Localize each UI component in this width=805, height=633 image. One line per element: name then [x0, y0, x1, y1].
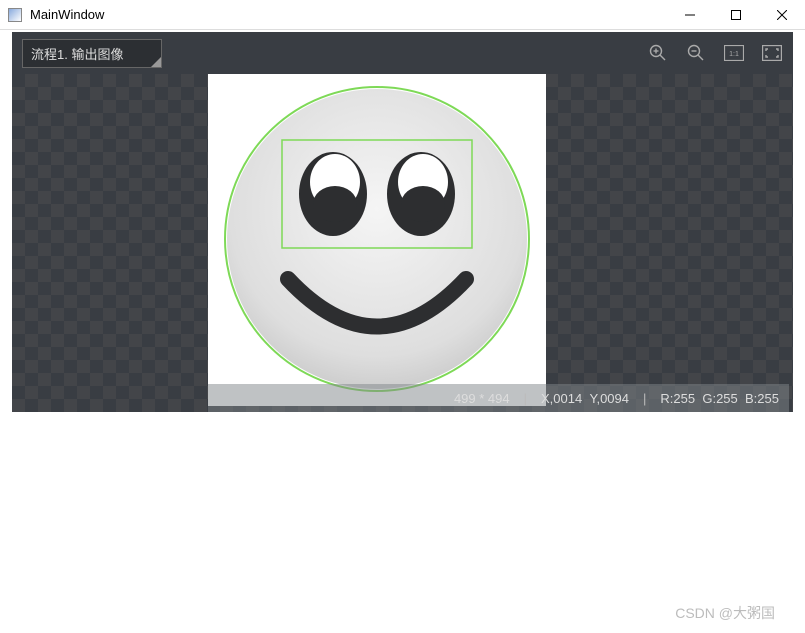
minimize-button[interactable] — [667, 0, 713, 29]
window-titlebar: MainWindow — [0, 0, 805, 30]
viewer-toolbar: 流程1. 输出图像 1:1 — [12, 32, 793, 74]
image-dimensions: 499 * 494 — [454, 391, 510, 406]
status-bar: 499 * 494 | X,0014 Y,0094 | R:255 G:255 … — [208, 384, 789, 412]
maximize-button[interactable] — [713, 0, 759, 29]
window-controls — [667, 0, 805, 29]
separator: | — [524, 391, 527, 406]
actual-size-icon[interactable]: 1:1 — [723, 42, 745, 64]
zoom-out-icon[interactable] — [685, 42, 707, 64]
separator: | — [643, 391, 646, 406]
canvas-area[interactable]: 499 * 494 | X,0014 Y,0094 | R:255 G:255 … — [12, 74, 793, 412]
image-content — [208, 74, 546, 406]
pixel-rgb: R:255 G:255 B:255 — [660, 391, 779, 406]
app-icon — [8, 8, 22, 22]
svg-text:1:1: 1:1 — [729, 51, 739, 58]
window-title: MainWindow — [30, 7, 667, 22]
dropdown-label: 流程1. 输出图像 — [31, 47, 123, 62]
image-viewer: 流程1. 输出图像 1:1 — [12, 32, 793, 412]
watermark: CSDN @大粥国 — [675, 603, 775, 623]
toolbar-icons: 1:1 — [647, 42, 783, 64]
source-dropdown[interactable]: 流程1. 输出图像 — [22, 39, 162, 68]
close-button[interactable] — [759, 0, 805, 29]
zoom-in-icon[interactable] — [647, 42, 669, 64]
fit-screen-icon[interactable] — [761, 42, 783, 64]
cursor-coordinates: X,0014 Y,0094 — [541, 391, 629, 406]
